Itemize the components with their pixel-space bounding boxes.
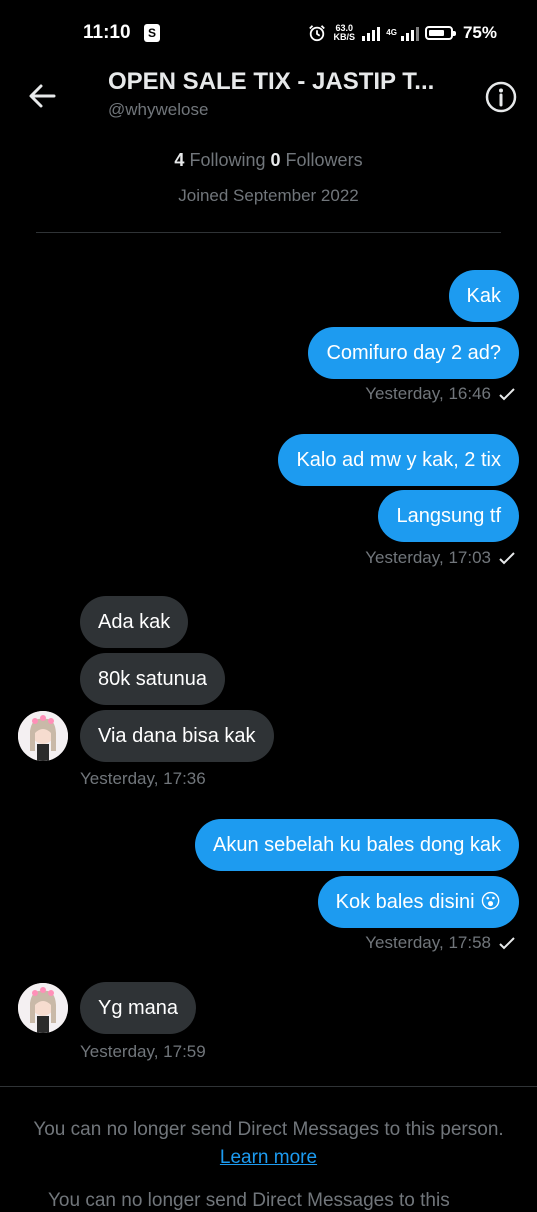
message-timestamp: Yesterday, 16:46 [365, 384, 515, 404]
back-arrow-icon[interactable] [26, 80, 58, 112]
battery-percent: 75% [462, 23, 497, 42]
status-time: 11:10 [83, 22, 131, 43]
following-label: Following [189, 150, 266, 170]
avatar[interactable] [18, 983, 68, 1033]
learn-more-link[interactable]: Learn more [220, 1147, 317, 1168]
sent-check-icon [499, 388, 515, 401]
battery-icon [424, 26, 456, 40]
message-timestamp: Yesterday, 17:36 [80, 769, 206, 788]
network-type: 4G [386, 28, 397, 37]
message-timestamp: Yesterday, 17:59 [80, 1042, 206, 1061]
message-timestamp: Yesterday, 17:03 [365, 548, 515, 568]
message-bubble-outgoing[interactable]: Kok bales disini 😮 [317, 876, 519, 928]
alarm-icon [309, 25, 326, 42]
status-bar: 11:10 S 63.0 KB/S 4G 75% [0, 0, 537, 62]
avatar[interactable] [18, 711, 68, 761]
message-bubble-outgoing[interactable]: Comifuro day 2 ad? [308, 327, 519, 379]
shopping-bag-icon: S [144, 24, 160, 42]
message-bubble-outgoing[interactable]: Kak [448, 270, 519, 322]
signal-icon [362, 25, 381, 41]
message-timestamp: Yesterday, 17:58 [365, 933, 515, 953]
message-bubble-incoming[interactable]: Yg mana [80, 982, 197, 1034]
message-bubble-outgoing[interactable]: Langsung tf [378, 490, 519, 542]
message-bubble-outgoing[interactable]: Akun sebelah ku bales dong kak [195, 819, 519, 871]
divider [0, 1086, 537, 1087]
dm-disabled-text: You can no longer send Direct Messages t… [33, 1119, 504, 1140]
avatar-image [18, 711, 68, 761]
dm-disabled-notice: You can no longer send Direct Messages t… [30, 1116, 507, 1172]
message-bubble-incoming[interactable]: 80k satunua [80, 653, 225, 705]
conversation-title[interactable]: OPEN SALE TIX - JASTIP T... [108, 68, 434, 96]
sent-check-icon [499, 937, 515, 950]
following-count: 4 [174, 150, 185, 170]
dm-disabled-text-cut: You can no longer send Direct Messages t… [48, 1190, 450, 1211]
sent-check-icon [499, 552, 515, 565]
joined-date: Joined September 2022 [178, 186, 359, 205]
avatar-image [18, 983, 68, 1033]
message-bubble-outgoing[interactable]: Kalo ad mw y kak, 2 tix [278, 434, 519, 486]
follow-stats: 4 Following 0 Followers [0, 150, 537, 171]
divider [36, 232, 501, 233]
message-bubble-incoming[interactable]: Ada kak [80, 596, 189, 648]
followers-count: 0 [270, 150, 281, 170]
info-icon[interactable] [484, 80, 518, 114]
conversation-handle[interactable]: @whywelose [108, 100, 208, 120]
followers-label: Followers [285, 150, 363, 170]
message-bubble-incoming[interactable]: Via dana bisa kak [80, 710, 274, 762]
network-speed: 63.0 KB/S [333, 23, 356, 42]
signal-icon-2 [400, 25, 419, 41]
status-icons: 63.0 KB/S 4G 75% [308, 20, 497, 46]
